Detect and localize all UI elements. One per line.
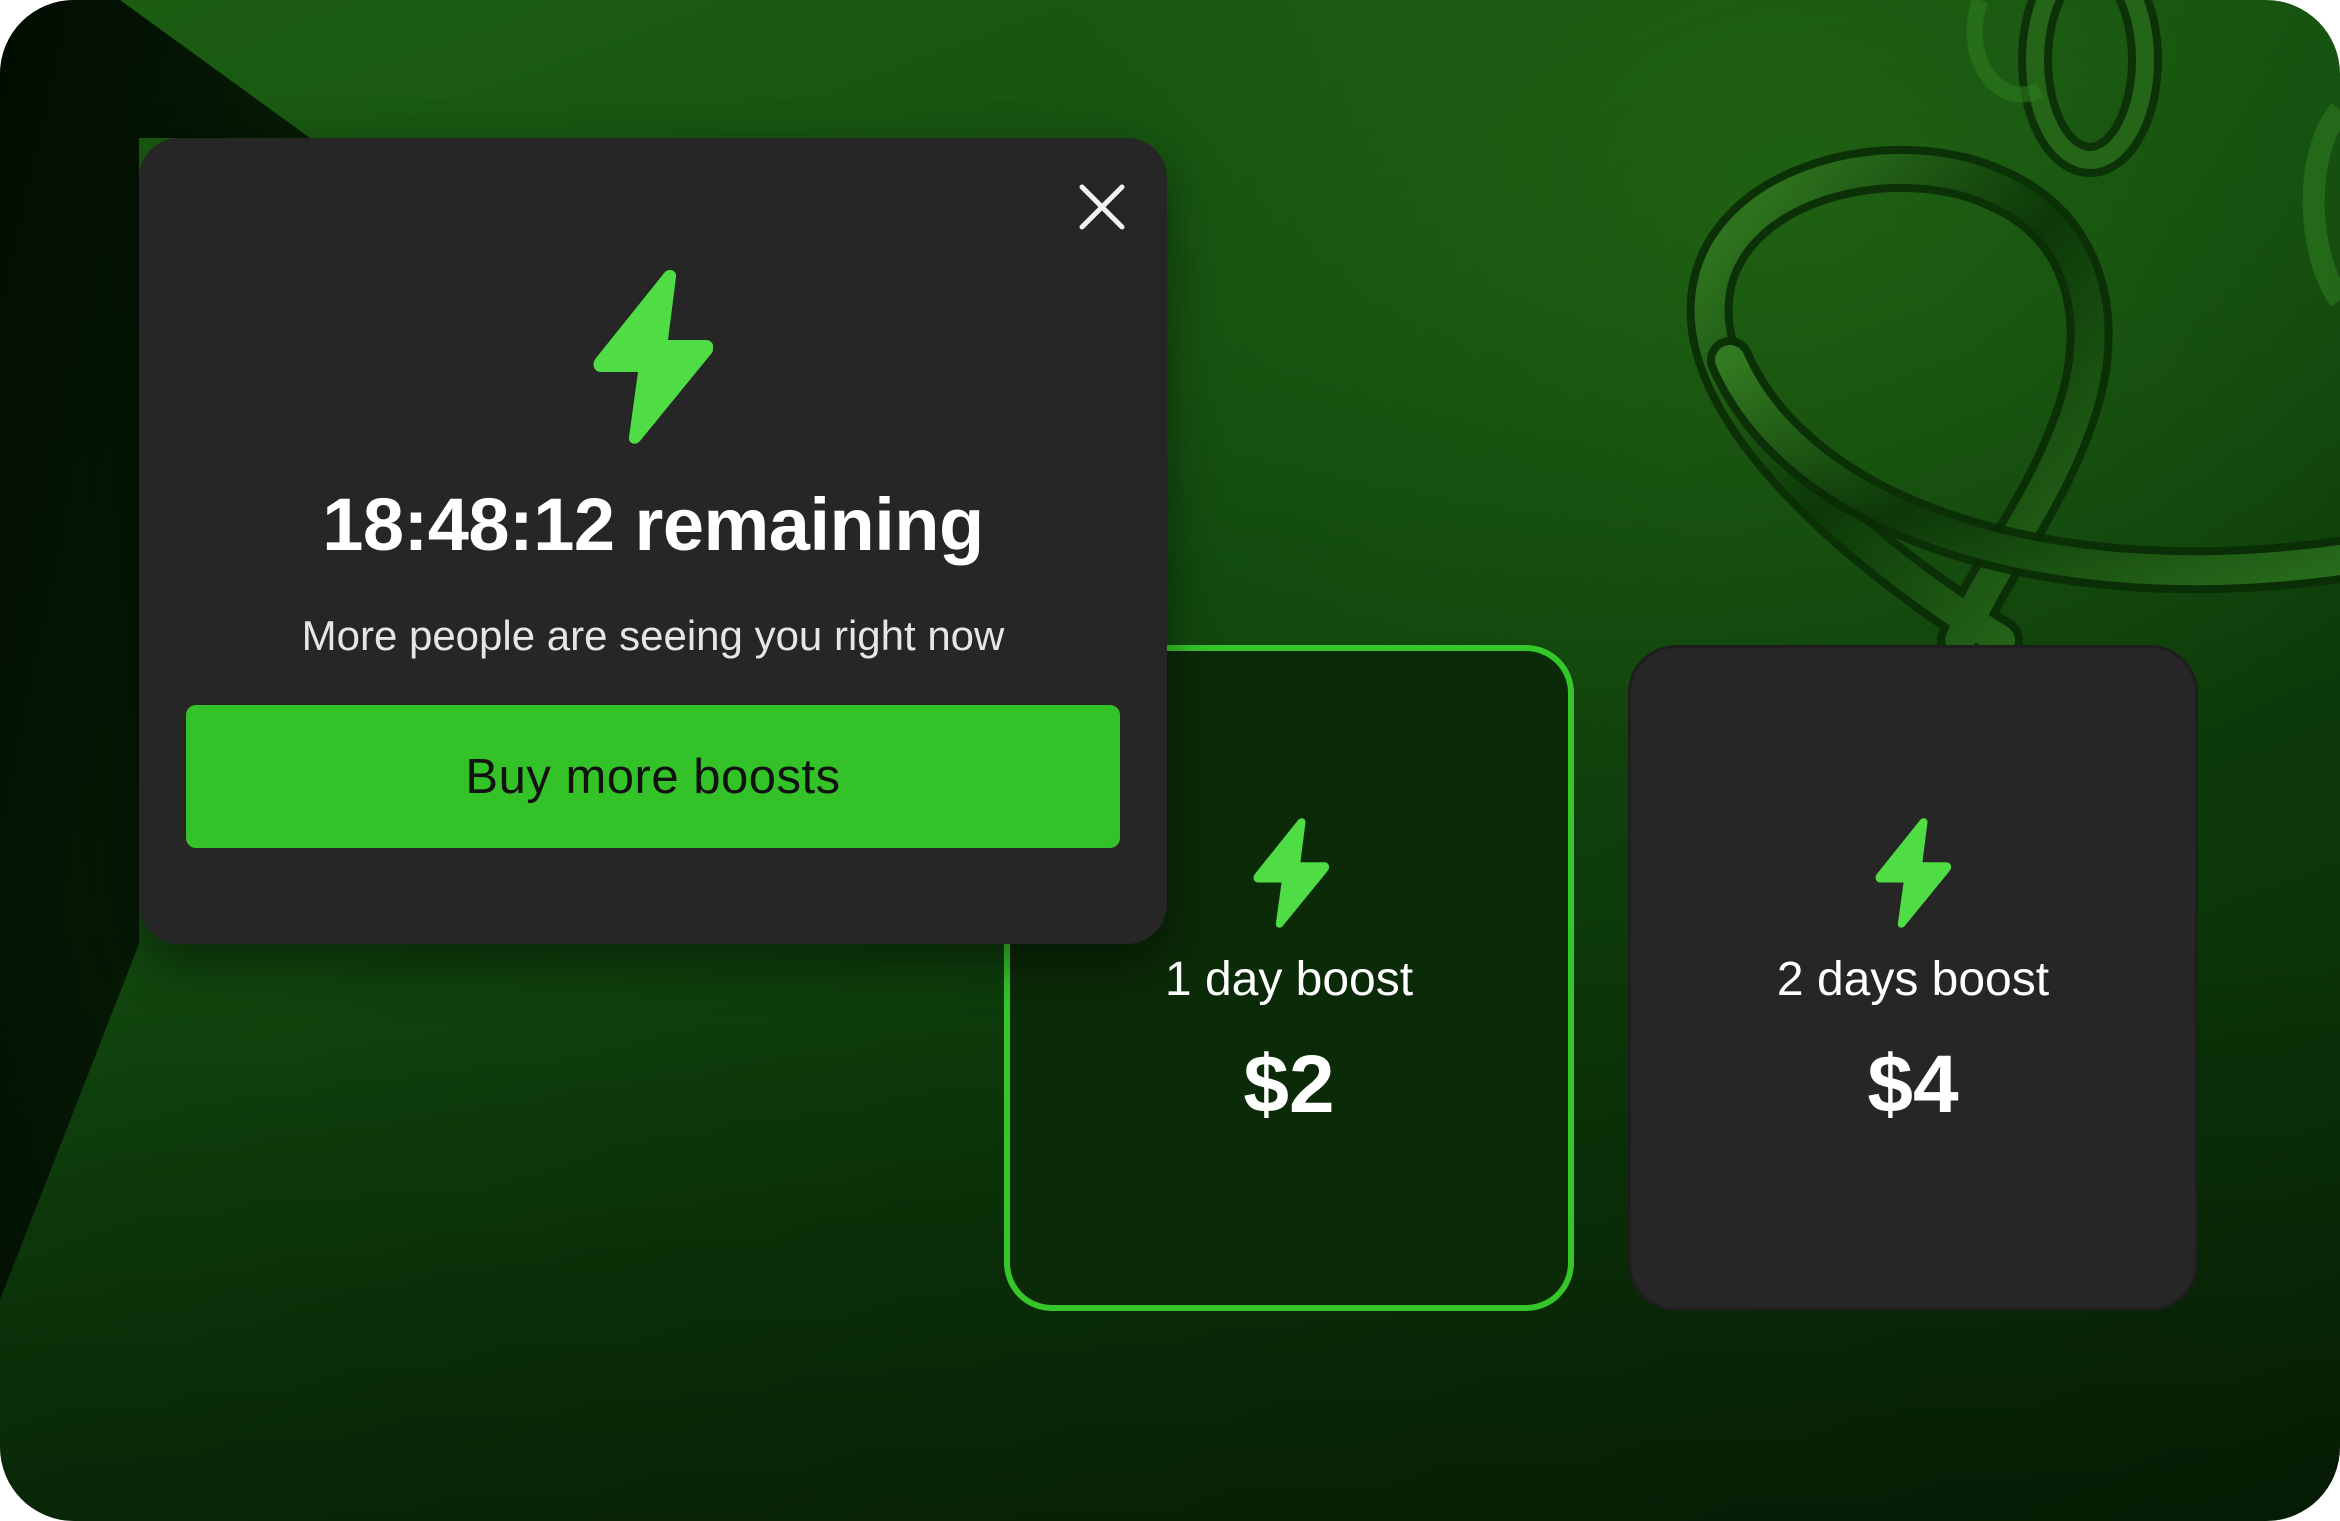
lightning-bolt-icon [1875, 818, 1952, 928]
plan-price: $2 [1243, 1039, 1335, 1130]
close-icon[interactable] [1070, 175, 1134, 239]
plan-label: 1 day boost [1164, 953, 1414, 1006]
lightning-bolt-icon [593, 269, 713, 444]
buy-more-boosts-button[interactable]: Buy more boosts [186, 705, 1120, 848]
boost-screen: 1 day boost $2 2 days boost $4 18:48:12 … [0, 0, 2340, 1521]
plan-price: $4 [1867, 1039, 1959, 1130]
lightning-bolt-icon [1253, 818, 1330, 928]
buy-more-boosts-label: Buy more boosts [465, 749, 841, 804]
boost-status-subtitle: More people are seeing you right now [301, 612, 1005, 659]
plan-label: 2 days boost [1776, 953, 2050, 1006]
remaining-time-title: 18:48:12 remaining [322, 483, 984, 566]
